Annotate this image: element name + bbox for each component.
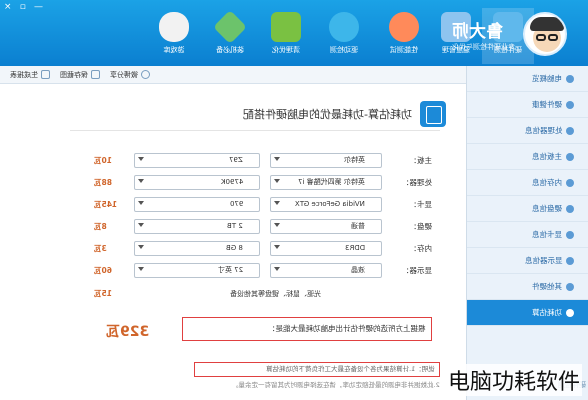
tool-label: 性能测试 [390, 46, 418, 54]
brand-select[interactable]: DDR3 [270, 241, 382, 256]
tool-label: 清理优化 [272, 46, 300, 54]
top-toolbar: × ▫ — 硬件检测 温度管理 性能测试 驱动检测 清理优化 装机必备 游戏库 … [0, 0, 588, 66]
essentials-icon [213, 10, 247, 44]
watt-value: 10瓦 [94, 156, 112, 165]
watt-value: 8瓦 [94, 222, 107, 231]
sidebar-icon [566, 152, 574, 161]
close-icon[interactable]: × [4, 2, 12, 12]
report-icon [41, 70, 50, 79]
calculator-icon [420, 101, 446, 127]
sidebar-item-power[interactable]: 功耗估算 [467, 300, 588, 326]
sidebar-item-cpu[interactable]: 处理器信息 [467, 118, 588, 144]
sidebar-icon [566, 100, 574, 109]
result-box: 329瓦 根据上方所选的硬件估计出电脑功耗最大能是： [100, 309, 444, 349]
tool-label: 驱动检测 [330, 46, 358, 54]
brand-name: 鲁大师 [452, 21, 503, 42]
page-title: 功耗估算-功耗最优的电脑硬件搭配 [243, 108, 412, 121]
tip-line-1: 说明：1.计算结果为各个设备在最大工作负荷下的功耗估算 [194, 362, 440, 377]
component-row: 主板： 英特尔 Z97 10瓦 [0, 152, 466, 170]
other-watt-value: 15瓦 [94, 289, 112, 298]
report-button[interactable]: 生成报表 [10, 70, 50, 80]
sidebar-icon [566, 178, 574, 187]
component-row: 处理器： 英特尔 第四代酷睿 i7 4790K 88瓦 [0, 174, 466, 192]
brand-logo: 鲁大师 专业硬件检测与优化 [452, 6, 582, 62]
sidebar-icon [566, 282, 574, 291]
model-select[interactable]: 970 [134, 197, 260, 212]
tool-cleanup[interactable]: 清理优化 [260, 8, 312, 64]
broom-icon [271, 12, 301, 42]
sidebar-item-overview[interactable]: 电脑概览 [467, 66, 588, 92]
tool-games[interactable]: 游戏库 [148, 8, 200, 64]
sidebar-item-motherboard[interactable]: 主板信息 [467, 144, 588, 170]
sidebar-item-gpu[interactable]: 显卡信息 [467, 222, 588, 248]
caption-overlay: 电脑功耗软件 [445, 364, 582, 396]
brand-select[interactable]: 普通 [270, 219, 382, 234]
tool-label: 装机必备 [216, 46, 244, 54]
panel-header: 功耗估算-功耗最优的电脑硬件搭配 [60, 98, 446, 130]
model-select[interactable]: 4790K [134, 175, 260, 190]
sidebar-icon [566, 308, 574, 317]
divider [70, 130, 440, 131]
watt-value: 88瓦 [94, 178, 112, 187]
watt-value: 145瓦 [94, 200, 118, 209]
screenshot-button[interactable]: 保存截图 [60, 70, 100, 80]
component-row: 内存： DDR3 8 GB 3瓦 [0, 240, 466, 258]
sidebar-item-health[interactable]: 硬件健康 [467, 92, 588, 118]
model-select[interactable]: 8 GB [134, 241, 260, 256]
sidebar-item-monitor[interactable]: 显示器信息 [467, 248, 588, 274]
model-select[interactable]: 2 TB [134, 219, 260, 234]
brand-text: 鲁大师 专业硬件检测与优化 [452, 17, 515, 52]
gamepad-icon [159, 12, 189, 42]
tool-performance[interactable]: 性能测试 [378, 8, 430, 64]
other-devices-label: 光驱、鼠标、键盘等其他设备 [230, 290, 321, 298]
model-select[interactable]: Z97 [134, 153, 260, 168]
tip-line-2: 2.此数据并非电源的最低额定功率，请在选择电源时为其留有一定余量。 [232, 381, 440, 389]
weibo-icon [141, 70, 150, 79]
component-row: 显卡： NVidia GeForce GTX 970 145瓦 [0, 196, 466, 214]
maximize-icon[interactable]: ▫ [20, 2, 26, 12]
brand-select[interactable]: 英特尔 第四代酷睿 i7 [270, 175, 382, 190]
sidebar-item-other[interactable]: 其他硬件 [467, 274, 588, 300]
sidebar-icon [566, 230, 574, 239]
avatar [523, 12, 567, 56]
performance-icon [389, 12, 419, 42]
watt-value: 3瓦 [94, 244, 107, 253]
component-row: 硬盘： 普通 2 TB 8瓦 [0, 218, 466, 236]
sidebar-item-memory[interactable]: 内存信息 [467, 170, 588, 196]
component-row: 显示器： 液晶 27 英寸 60瓦 [0, 262, 466, 280]
window-controls: × ▫ — [4, 2, 43, 12]
sidebar-icon [566, 204, 574, 213]
tool-label: 游戏库 [163, 46, 185, 54]
sidebar-icon [566, 256, 574, 265]
watt-value: 60瓦 [94, 266, 112, 275]
brand-select[interactable]: NVidia GeForce GTX [270, 197, 382, 212]
driver-icon [329, 12, 359, 42]
tool-driver[interactable]: 驱动检测 [318, 8, 370, 64]
sidebar-item-disk[interactable]: 硬盘信息 [467, 196, 588, 222]
tips: 说明：1.计算结果为各个设备在最大工作负荷下的功耗估算 2.此数据并非电源的最低… [130, 362, 440, 398]
sidebar: 电脑概览 硬件健康 处理器信息 主板信息 内存信息 硬盘信息 显卡信息 显示器信… [466, 66, 588, 400]
result-message: 根据上方所选的硬件估计出电脑功耗最大能是： [182, 317, 432, 341]
main-panel: 功耗估算-功耗最优的电脑硬件搭配 主板： 英特尔 Z97 10瓦 处理器： 英特… [0, 84, 466, 400]
brand-select[interactable]: 英特尔 [270, 153, 382, 168]
total-watt: 329瓦 [106, 324, 150, 340]
sidebar-icon [566, 126, 574, 135]
share-button[interactable]: 微博分享 [110, 70, 150, 80]
minimize-icon[interactable]: — [34, 2, 43, 12]
brand-select[interactable]: 液晶 [270, 263, 382, 278]
sidebar-icon [566, 74, 574, 83]
tool-essentials[interactable]: 装机必备 [204, 8, 256, 64]
model-select[interactable]: 27 英寸 [134, 263, 260, 278]
camera-icon [91, 70, 100, 79]
brand-slogan: 专业硬件检测与优化 [452, 42, 515, 51]
